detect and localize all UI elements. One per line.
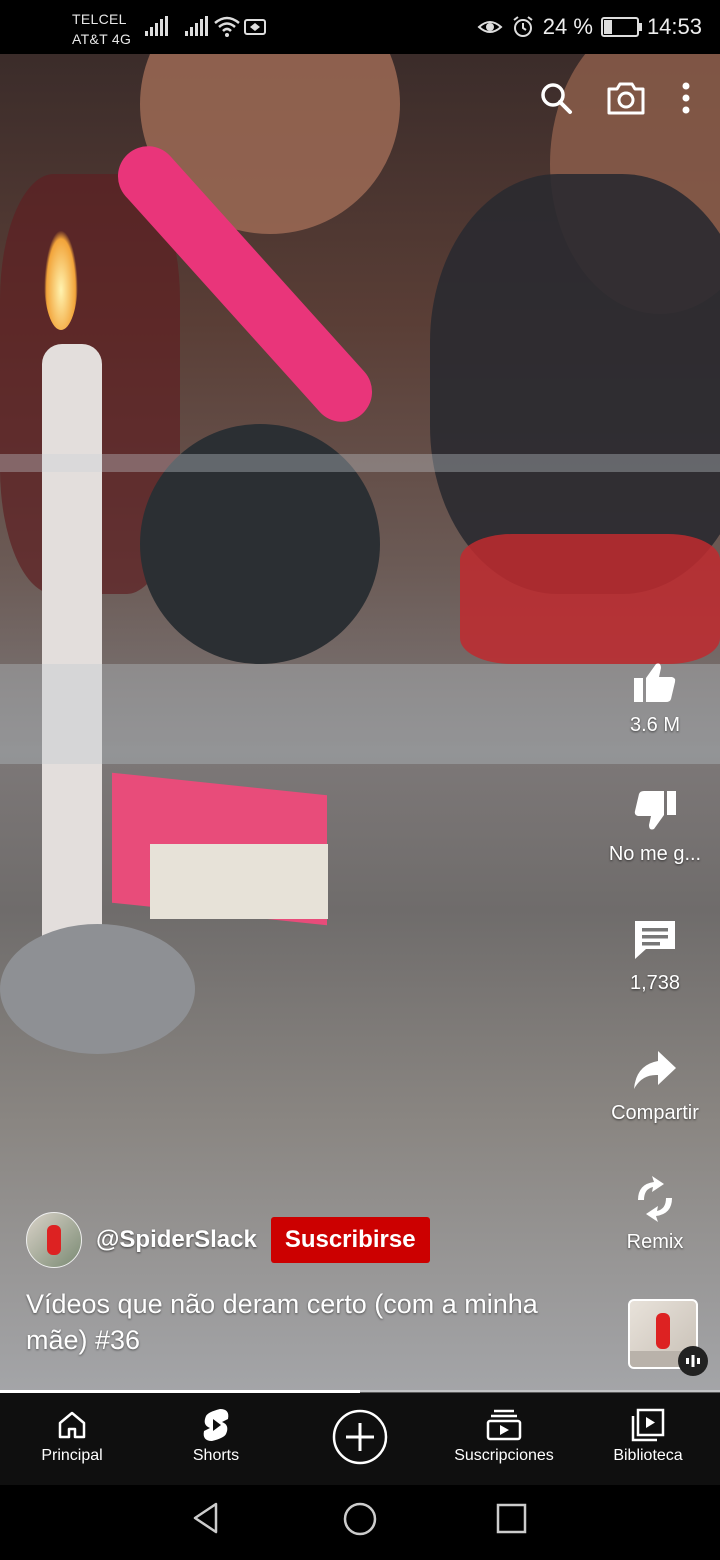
thumbs-down-icon [634,791,676,830]
back-icon[interactable] [190,1501,222,1535]
status-right: 24 % 14:53 [477,12,702,42]
more-options-button[interactable] [676,78,696,118]
library-icon [631,1408,665,1442]
eye-comfort-icon [477,21,503,33]
camera-button[interactable] [606,78,646,118]
clock: 14:53 [646,14,702,39]
like-count: 3.6 M [629,714,681,736]
recents-icon[interactable] [495,1502,529,1536]
like-button[interactable]: 3.6 M [590,656,720,737]
system-navigation [0,1485,720,1560]
top-actions [536,78,696,118]
nav-create[interactable] [288,1393,432,1485]
home-circle-icon[interactable] [342,1501,378,1537]
audio-bars-icon [686,1355,700,1367]
status-bar: TELCEL AT&T 4G 24 % 14:53 [0,0,720,54]
comment-count: 1,738 [629,972,681,994]
remix-label: Remix [626,1231,684,1253]
channel-row: @SpiderSlack Suscribirse [26,1212,430,1268]
wifi-icon [214,16,240,37]
dislike-button[interactable]: No me g... [590,785,720,866]
video-glass-edge [0,454,720,472]
carrier-name: TELCEL [72,11,127,27]
channel-avatar[interactable] [26,1212,82,1268]
dislike-label: No me g... [608,843,702,865]
search-icon [541,83,572,114]
carrier-info: TELCEL AT&T 4G [72,9,131,49]
nav-library[interactable]: Biblioteca [576,1393,720,1485]
thumbs-up-icon [634,663,676,702]
search-button[interactable] [536,78,576,118]
remix-button[interactable]: Remix [590,1173,720,1254]
shorts-icon [203,1409,229,1441]
video-matchbox-side [150,844,328,919]
home-icon [58,1411,86,1439]
nav-shorts-label: Shorts [192,1447,240,1464]
nav-home-label: Principal [41,1447,103,1464]
subscribe-button[interactable]: Suscribirse [270,1217,430,1263]
battery-icon [600,17,642,37]
video-candle-holder [0,924,195,1054]
channel-handle[interactable]: @SpiderSlack [96,1226,257,1254]
share-icon [634,1051,676,1089]
subscriptions-icon [486,1409,522,1441]
comment-icon [635,921,675,959]
alarm-icon [513,16,533,37]
signal-icon [145,16,169,36]
video-red-sleeve [460,534,720,664]
share-button[interactable]: Compartir [590,1044,720,1125]
remix-icon [638,1176,672,1222]
video-candle [42,344,102,964]
battery-percent: 24 % [542,14,593,39]
nav-subscriptions-label: Suscripciones [454,1447,554,1464]
data-saver-icon [244,19,266,35]
camera-icon [607,82,645,115]
nav-home[interactable]: Principal [0,1393,144,1485]
video-jacket [430,174,720,594]
nav-subscriptions[interactable]: Suscripciones [432,1393,576,1485]
comments-button[interactable]: 1,738 [590,914,720,995]
nav-library-label: Biblioteca [613,1447,683,1464]
bottom-navigation: Principal Shorts Suscripciones Bibliotec… [0,1393,720,1485]
audio-badge [678,1346,708,1376]
signal-icon-2 [185,16,209,36]
nav-shorts[interactable]: Shorts [144,1393,288,1485]
more-vertical-icon [682,82,690,114]
share-label: Compartir [611,1102,699,1124]
create-plus-icon [332,1409,388,1465]
video-flame [44,230,78,330]
carrier-network: AT&T 4G [72,31,132,47]
video-title[interactable]: Vídeos que não deram certo (com a minha … [26,1286,566,1358]
